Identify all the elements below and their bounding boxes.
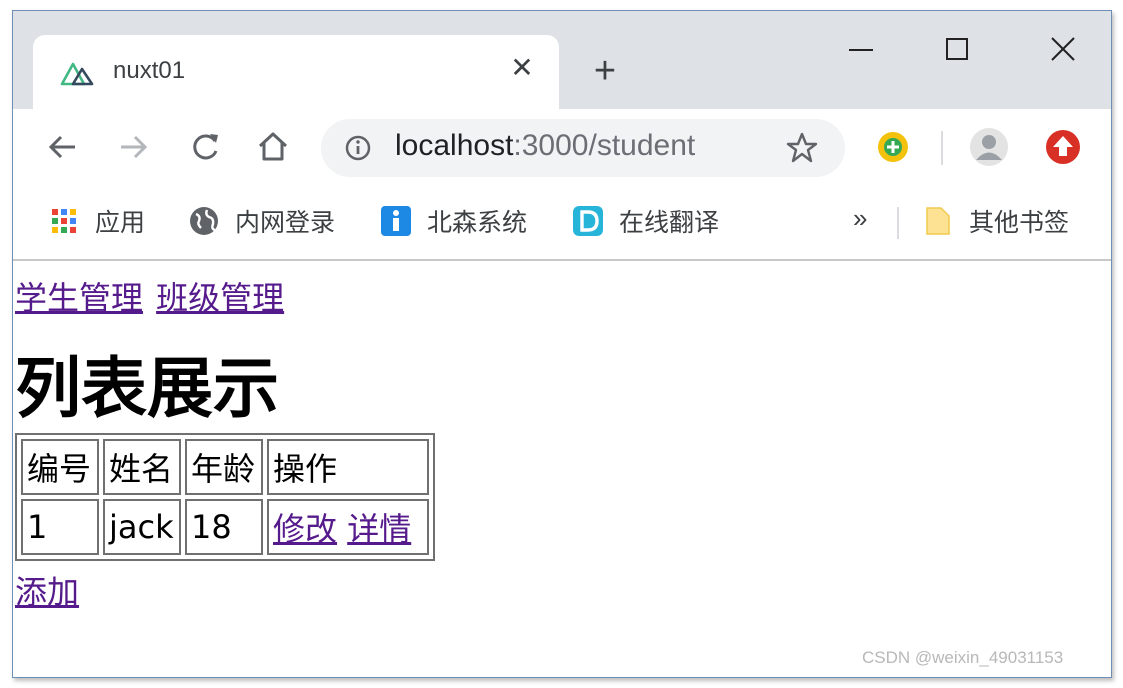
nav-link-student-management[interactable]: 学生管理 — [15, 279, 143, 317]
bookmark-label: 内网登录 — [235, 208, 336, 237]
edit-link[interactable]: 修改 — [273, 510, 337, 548]
bookmark-label: 应用 — [95, 208, 146, 237]
bookmark-star-icon[interactable] — [785, 131, 819, 165]
bookmark-label: 其他书签 — [969, 208, 1070, 237]
bookmarks-overflow-chevron-icon[interactable]: » — [853, 203, 867, 234]
folder-icon — [926, 207, 950, 235]
browser-toolbar: localhost:3000/student — [13, 109, 1111, 185]
translate-d-icon — [573, 206, 603, 236]
column-header-age: 年龄 — [185, 439, 263, 495]
info-blue-icon — [381, 206, 411, 236]
detail-link[interactable]: 详情 — [347, 510, 411, 548]
bookmark-apps[interactable]: 应用 — [47, 203, 145, 239]
profile-avatar-icon[interactable] — [969, 127, 1009, 167]
window-close-icon[interactable] — [1043, 35, 1083, 65]
nuxt-logo-icon — [60, 62, 94, 86]
watermark: CSDN @weixin_49031153 — [862, 648, 1064, 667]
back-arrow-icon[interactable] — [43, 127, 83, 167]
bookmark-beisen[interactable]: 北森系统 — [379, 203, 527, 239]
address-bar[interactable]: localhost:3000/student — [321, 119, 845, 177]
add-link[interactable]: 添加 — [15, 567, 79, 613]
bookmark-label: 北森系统 — [427, 208, 528, 237]
column-header-id: 编号 — [21, 439, 99, 495]
update-arrow-icon[interactable] — [1043, 127, 1083, 167]
browser-window: nuxt01 ✕ + localhost:3000/student 应用 内网登… — [12, 10, 1112, 678]
new-tab-button[interactable]: + — [587, 52, 623, 90]
student-table: 编号 姓名 年龄 操作 1 jack 18 修改 详情 — [15, 433, 435, 561]
apps-grid-icon — [52, 209, 76, 233]
page-title: 列表展示 — [15, 350, 279, 427]
forward-arrow-icon[interactable] — [113, 127, 153, 167]
column-header-name: 姓名 — [103, 439, 181, 495]
tab-active[interactable]: nuxt01 ✕ — [33, 35, 559, 109]
cell-actions: 修改 详情 — [267, 499, 429, 555]
toolbar-divider — [941, 131, 943, 165]
globe-icon — [190, 207, 218, 235]
extension-plus-icon[interactable] — [873, 127, 913, 167]
maximize-icon[interactable] — [937, 35, 977, 65]
tab-close-icon[interactable]: ✕ — [507, 53, 537, 83]
site-info-icon[interactable] — [343, 133, 373, 163]
cell-name: jack — [103, 499, 181, 555]
tab-title: nuxt01 — [113, 57, 186, 84]
bookmarks-divider — [897, 207, 899, 239]
table-header-row: 编号 姓名 年龄 操作 — [21, 439, 429, 495]
reload-icon[interactable] — [185, 127, 225, 167]
nav-link-class-management[interactable]: 班级管理 — [156, 279, 284, 317]
url-host: localhost — [395, 129, 514, 162]
cell-id: 1 — [21, 499, 99, 555]
top-nav: 学生管理 班级管理 — [15, 273, 292, 319]
home-icon[interactable] — [253, 127, 293, 167]
page-content: 学生管理 班级管理 列表展示 编号 姓名 年龄 操作 1 jack 18 修改 … — [13, 261, 1111, 677]
bookmarks-bar: 应用 内网登录 北森系统 在线翻译 » 其他书签 — [13, 185, 1111, 261]
minimize-icon[interactable] — [841, 35, 881, 65]
column-header-actions: 操作 — [267, 439, 429, 495]
tab-strip: nuxt01 ✕ + — [13, 11, 1111, 109]
table-row: 1 jack 18 修改 详情 — [21, 499, 429, 555]
url-path: :3000/student — [513, 129, 696, 162]
bookmark-intranet-login[interactable]: 内网登录 — [187, 203, 335, 239]
bookmark-label: 在线翻译 — [619, 208, 720, 237]
cell-age: 18 — [185, 499, 263, 555]
url-text[interactable]: localhost:3000/student — [395, 129, 695, 163]
bookmark-other-folder[interactable]: 其他书签 — [921, 203, 1069, 239]
bookmark-online-translate[interactable]: 在线翻译 — [571, 203, 719, 239]
